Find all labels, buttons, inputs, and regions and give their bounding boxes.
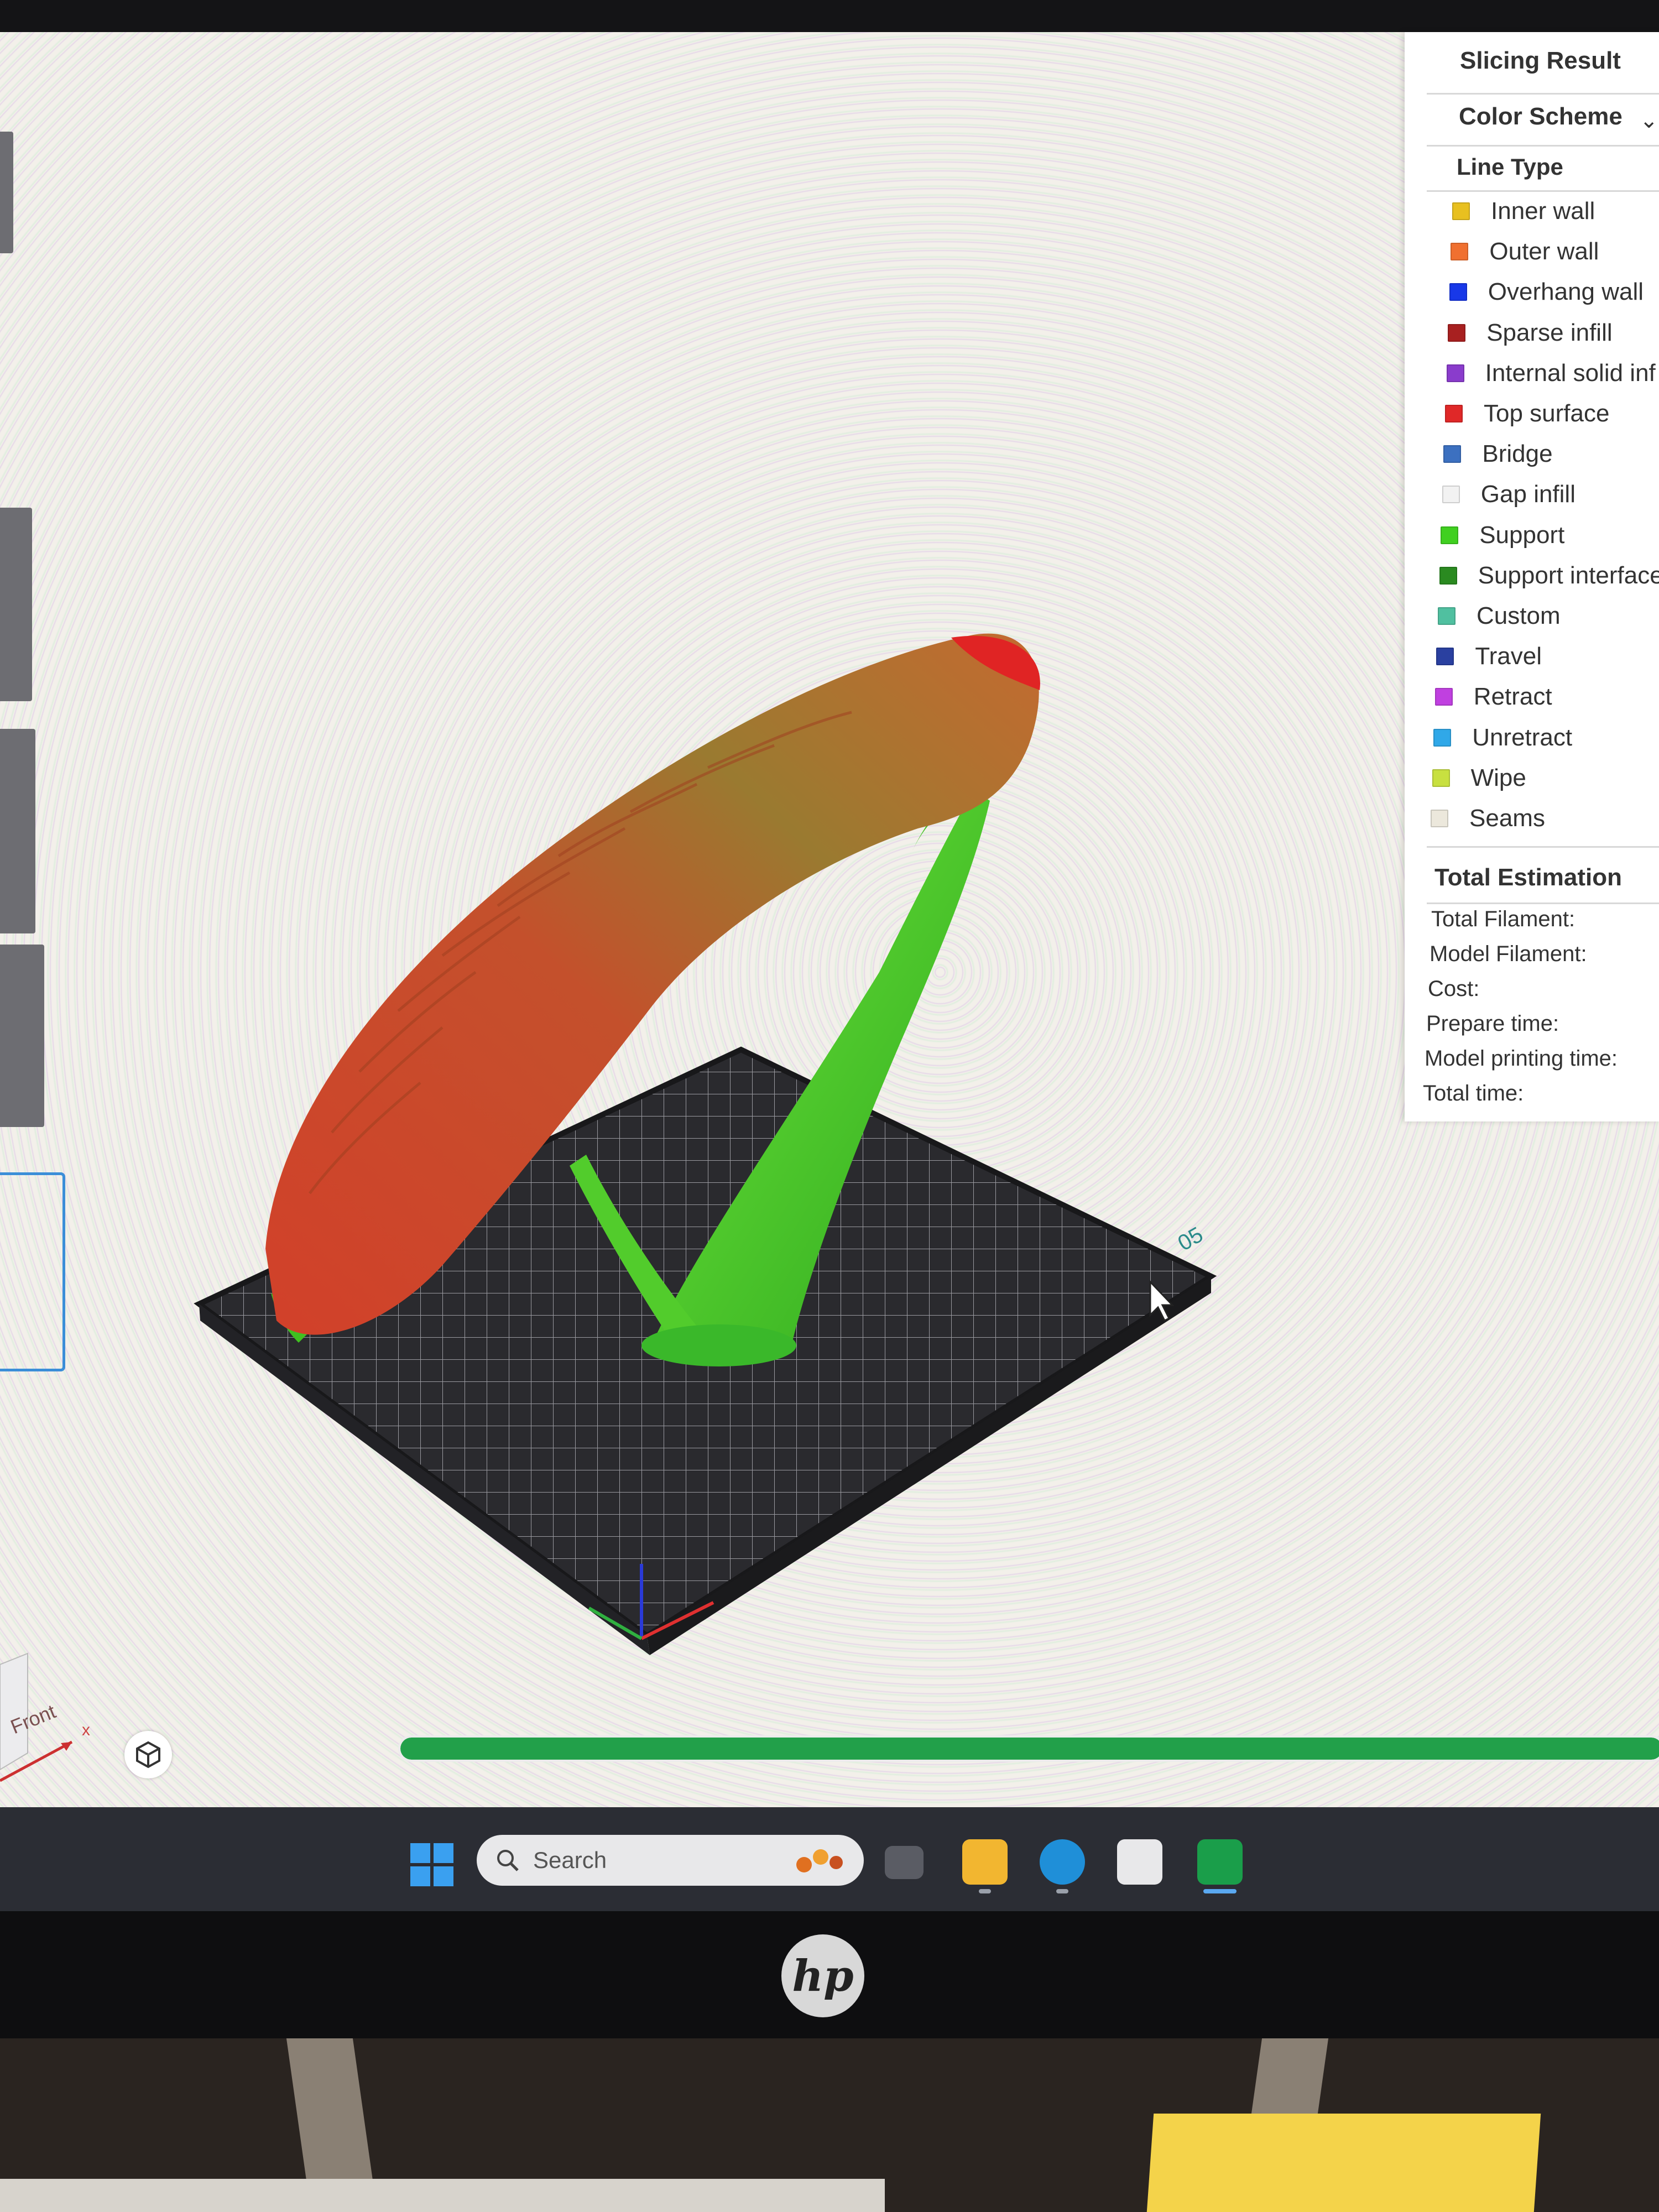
estimate-row: Model printing time:	[1425, 1046, 1618, 1071]
color-scheme-dropdown-chevron-icon[interactable]: ⌄	[1640, 108, 1658, 133]
legend-label: Outer wall	[1489, 238, 1599, 265]
legend-item[interactable]: Inner wall	[1452, 194, 1595, 229]
paper-on-desk	[0, 2179, 885, 2212]
slicer-app-icon[interactable]	[1197, 1839, 1243, 1885]
microsoft-store-icon[interactable]	[1117, 1839, 1162, 1885]
axis-x-label: x	[82, 1721, 90, 1739]
monitor-bezel-top	[0, 0, 1659, 32]
legend-label: Unretract	[1472, 723, 1573, 751]
legend-color-swatch	[1448, 324, 1466, 342]
legend-label: Inner wall	[1491, 197, 1595, 225]
estimate-row: Total time:	[1423, 1081, 1524, 1105]
legend-item[interactable]: Seams	[1431, 801, 1545, 836]
legend-label: Overhang wall	[1488, 278, 1644, 306]
hp-logo: hp	[781, 1934, 864, 2017]
estimate-row: Model Filament:	[1430, 942, 1587, 966]
plate-number: 05	[1174, 1222, 1208, 1255]
legend-color-swatch	[1436, 648, 1454, 666]
left-toolbar-slot-4[interactable]	[0, 945, 44, 1127]
line-type-label: Line Type	[1457, 154, 1563, 180]
edge-browser-icon[interactable]	[1040, 1839, 1085, 1885]
left-toolbar-slot-1[interactable]	[0, 132, 13, 253]
legend-label: Travel	[1475, 643, 1542, 670]
legend-label: Bridge	[1482, 440, 1553, 468]
legend-color-swatch	[1451, 243, 1469, 261]
legend-color-swatch	[1432, 769, 1450, 787]
legend-item[interactable]: Internal solid inf	[1446, 356, 1656, 391]
legend-label: Seams	[1469, 805, 1545, 832]
legend-label: Internal solid inf	[1485, 359, 1656, 387]
estimate-row: Cost:	[1428, 977, 1480, 1001]
legend-item[interactable]: Travel	[1436, 639, 1542, 674]
legend-label: Sparse infill	[1486, 319, 1613, 346]
legend-color-swatch	[1442, 486, 1460, 504]
estimate-row: Total Filament:	[1431, 907, 1575, 931]
legend-color-swatch	[1452, 202, 1470, 220]
legend-label: Gap infill	[1480, 481, 1575, 508]
legend-item[interactable]: Top surface	[1445, 396, 1609, 431]
panel-title: Slicing Result	[1460, 47, 1621, 74]
legend-label: Retract	[1473, 683, 1552, 711]
total-estimation-label: Total Estimation	[1434, 864, 1622, 891]
slicing-progress-bar	[398, 1735, 1659, 1762]
search-highlight-icon	[796, 1849, 843, 1872]
legend-color-swatch	[1438, 607, 1455, 625]
file-explorer-icon[interactable]	[962, 1839, 1008, 1885]
legend-item[interactable]: Support interface	[1439, 558, 1659, 593]
legend-item[interactable]: Custom	[1438, 598, 1561, 634]
divider	[1427, 145, 1659, 147]
legend-item[interactable]: Gap infill	[1442, 477, 1575, 512]
left-toolbar-slot-2[interactable]	[0, 508, 32, 701]
legend-item[interactable]: Outer wall	[1451, 234, 1599, 269]
task-view-icon[interactable]	[885, 1846, 924, 1879]
legend-item[interactable]: Wipe	[1432, 760, 1526, 796]
legend-color-swatch	[1434, 688, 1453, 706]
legend-item[interactable]: Overhang wall	[1449, 274, 1644, 310]
slicing-progress-fill	[400, 1738, 1659, 1760]
legend-item[interactable]: Support	[1441, 518, 1564, 553]
legend-item[interactable]: Retract	[1434, 679, 1552, 714]
left-toolbar-slot-3[interactable]	[0, 729, 35, 933]
divider	[1427, 190, 1659, 192]
legend-color-swatch	[1441, 526, 1459, 544]
legend-label: Custom	[1477, 602, 1561, 629]
left-toolbar-selected-frame[interactable]	[0, 1172, 65, 1371]
legend-item[interactable]: Unretract	[1433, 720, 1572, 755]
divider	[1427, 93, 1659, 95]
search-placeholder: Search	[533, 1847, 607, 1873]
legend-label: Support interface	[1478, 561, 1659, 589]
legend-color-swatch	[1433, 728, 1452, 747]
edge-active-indicator	[1056, 1889, 1068, 1893]
file-explorer-active-indicator	[979, 1889, 991, 1893]
legend-color-swatch	[1439, 566, 1457, 585]
taskbar-search-box[interactable]: Search	[477, 1835, 864, 1886]
legend-label: Wipe	[1470, 764, 1526, 791]
color-scheme-label[interactable]: Color Scheme	[1459, 103, 1623, 131]
legend-color-swatch	[1449, 283, 1467, 301]
slicer-app-active-indicator	[1203, 1889, 1237, 1893]
legend-item[interactable]: Bridge	[1443, 436, 1553, 472]
legend-color-swatch	[1443, 445, 1462, 463]
legend-color-swatch	[1446, 364, 1464, 382]
view-cube-icon	[136, 1741, 160, 1768]
divider	[1427, 846, 1659, 848]
estimate-row: Prepare time:	[1426, 1011, 1559, 1036]
auto-orient-button[interactable]	[124, 1731, 172, 1778]
divider	[1427, 902, 1659, 904]
legend-color-swatch	[1431, 810, 1448, 827]
legend-label: Support	[1479, 521, 1565, 549]
yellow-sticky-note	[1146, 2114, 1541, 2212]
legend-item[interactable]: Sparse infill	[1448, 315, 1613, 351]
windows-start-button[interactable]	[410, 1843, 453, 1886]
legend-color-swatch	[1445, 405, 1463, 422]
search-icon	[497, 1850, 519, 1871]
legend-label: Top surface	[1484, 400, 1610, 427]
